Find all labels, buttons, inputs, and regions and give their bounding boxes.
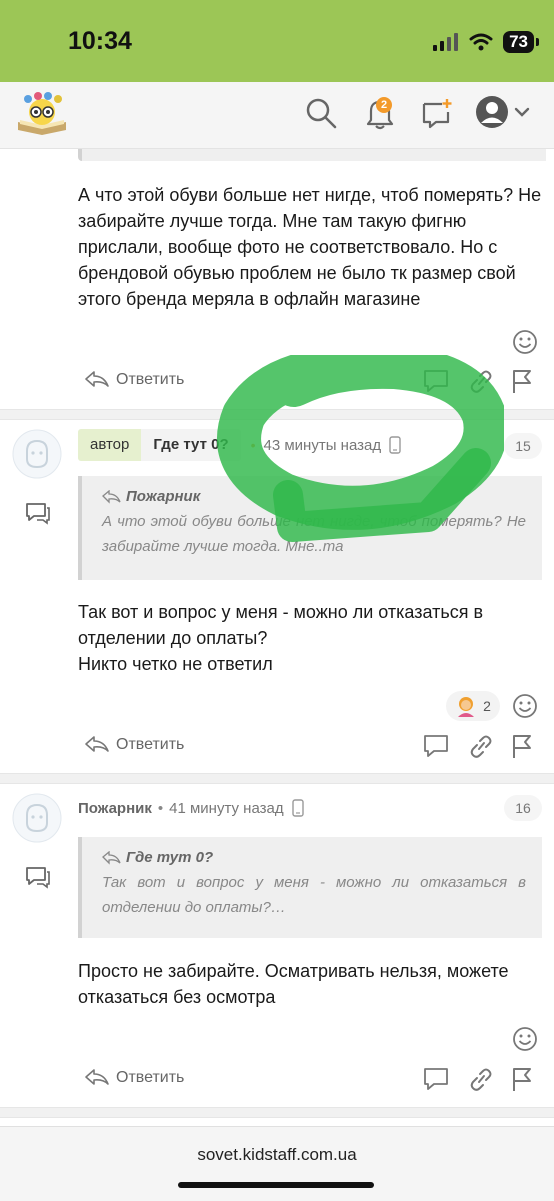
site-logo[interactable] xyxy=(14,90,70,136)
post-text: Просто не забирайте. Осматривать нельзя,… xyxy=(78,961,509,1007)
emoji-reaction-icon[interactable] xyxy=(512,693,538,719)
reply-arrow-icon xyxy=(85,371,109,387)
new-message-icon[interactable] xyxy=(420,96,454,130)
quote-reply-icon xyxy=(102,489,121,504)
signal-icon xyxy=(433,33,459,51)
notification-badge: 2 xyxy=(376,97,392,113)
post-meta: автор Где тут 0? • 43 минуты назад xyxy=(78,429,401,461)
post-number[interactable]: 16 xyxy=(504,795,542,821)
link-icon[interactable] xyxy=(468,732,494,760)
separator-dot: • xyxy=(157,799,164,817)
link-icon[interactable] xyxy=(468,367,494,395)
reply-label: Ответить xyxy=(116,371,185,388)
reply-arrow-icon xyxy=(85,736,109,752)
post-divider xyxy=(0,773,554,784)
comment-icon[interactable] xyxy=(422,1065,450,1093)
post-text: Так вот и вопрос у меня - можно ли отказ… xyxy=(78,602,484,674)
avatar-menu-icon[interactable] xyxy=(474,94,534,130)
link-icon[interactable] xyxy=(468,1065,494,1093)
quote-text: Так вот и вопрос у меня - можно ли отказ… xyxy=(102,874,526,916)
reaction-count: 2 xyxy=(483,698,491,714)
post-number[interactable]: 15 xyxy=(504,433,542,459)
comment-icon[interactable] xyxy=(25,865,51,889)
flag-icon[interactable] xyxy=(510,732,534,760)
post-divider xyxy=(0,409,554,420)
woman-facepalm-emoji-icon xyxy=(458,697,475,717)
post-actions: Ответить xyxy=(82,732,542,762)
post-divider xyxy=(0,1107,554,1118)
separator-dot: • xyxy=(250,437,256,453)
quote-author: Где тут 0? xyxy=(126,849,214,866)
home-indicator[interactable] xyxy=(178,1182,374,1188)
post-text: А что этой обуви больше нет нигде, чтоб … xyxy=(78,185,542,309)
quote-block xyxy=(78,149,546,161)
post-actions: Ответить xyxy=(82,1065,542,1095)
battery-indicator: 73 xyxy=(503,31,539,53)
quote-block: Где тут 0? Так вот и вопрос у меня - мож… xyxy=(78,837,542,938)
flag-icon[interactable] xyxy=(510,1065,534,1093)
reply-arrow-icon xyxy=(85,1069,109,1085)
reply-label: Ответить xyxy=(116,1069,185,1086)
status-time: 10:34 xyxy=(68,27,132,55)
address-url[interactable]: sovet.kidstaff.com.ua xyxy=(0,1145,554,1165)
wifi-icon xyxy=(469,33,493,51)
quote-text: А что этой обуви больше нет нигде, чтоб … xyxy=(102,513,526,555)
mobile-device-icon xyxy=(389,436,401,454)
quote-block: Пожарник А что этой обуви больше нет ниг… xyxy=(78,476,542,580)
reply-button[interactable]: Ответить xyxy=(84,735,184,755)
comment-icon[interactable] xyxy=(422,367,450,395)
emoji-reaction-icon[interactable] xyxy=(512,329,538,355)
flag-icon[interactable] xyxy=(510,367,534,395)
post-username[interactable]: Пожарник xyxy=(78,800,152,817)
post-time: 43 минуты назад xyxy=(263,436,382,454)
post-time: 41 минуту назад xyxy=(169,799,284,817)
post-actions: Ответить xyxy=(82,367,542,397)
browser-address-bar[interactable]: sovet.kidstaff.com.ua xyxy=(0,1126,554,1201)
thread-content: А что этой обуви больше нет нигде, чтоб … xyxy=(0,149,554,1126)
search-icon[interactable] xyxy=(305,96,337,130)
comment-icon[interactable] xyxy=(25,501,51,525)
site-header xyxy=(0,82,554,149)
status-bar: 10:34 73 xyxy=(0,0,554,82)
reaction-chip[interactable]: 2 xyxy=(446,691,500,721)
reply-button[interactable]: Ответить xyxy=(84,370,184,390)
author-tag: автор xyxy=(78,429,142,461)
reply-label: Ответить xyxy=(116,736,185,753)
user-avatar[interactable] xyxy=(12,793,62,843)
quote-reply-icon xyxy=(102,850,121,865)
quote-author: Пожарник xyxy=(126,488,201,505)
user-avatar[interactable] xyxy=(12,429,62,479)
emoji-reaction-icon[interactable] xyxy=(512,1026,538,1052)
post-meta: Пожарник • 41 минуту назад xyxy=(78,792,304,824)
mobile-device-icon xyxy=(291,799,304,817)
post-username[interactable]: Где тут 0? xyxy=(141,429,241,461)
comment-icon[interactable] xyxy=(422,732,450,760)
reply-button[interactable]: Ответить xyxy=(84,1068,184,1088)
